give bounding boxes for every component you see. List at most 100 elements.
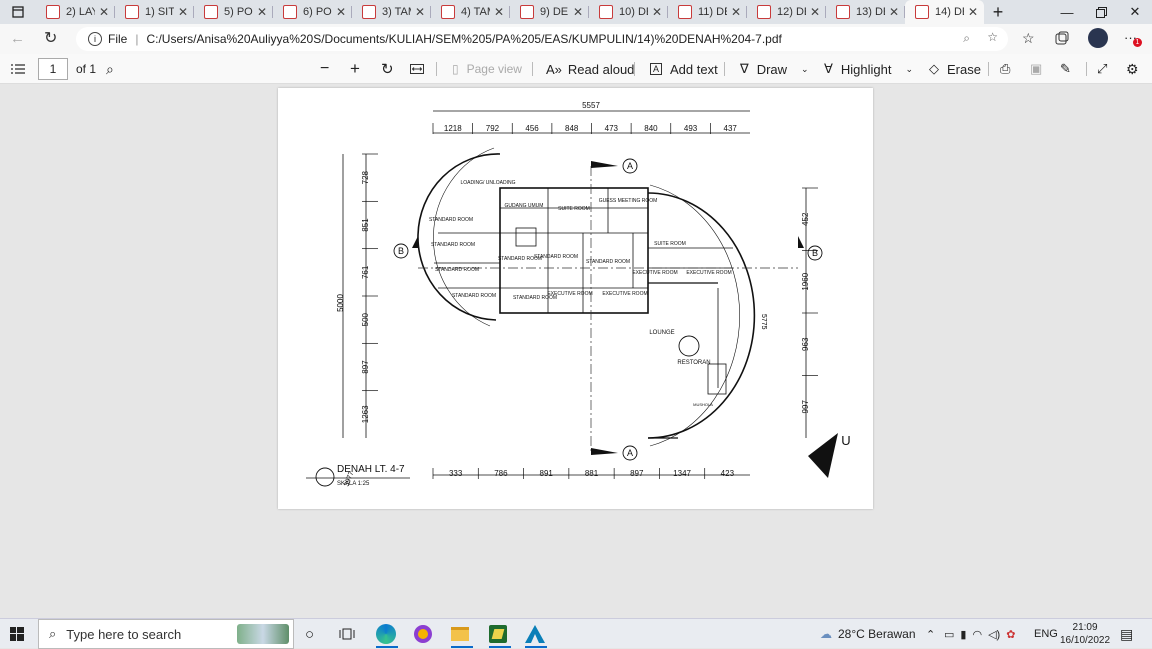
zoom-out-button[interactable]: − [320, 54, 329, 84]
tab-title: 11) DE [698, 6, 727, 18]
room-executive-2: EXECUTIVE ROOM [602, 291, 647, 297]
language-indicator[interactable]: ENG [1034, 619, 1058, 649]
highlight-chevron-down-icon[interactable]: ⌄ [906, 64, 914, 75]
browser-tab[interactable]: 2) LAYO ✕ [36, 0, 115, 24]
new-tab-button[interactable]: + [984, 0, 1012, 24]
chrome-app-icon[interactable] [414, 619, 432, 649]
back-icon[interactable]: ← [10, 30, 25, 47]
dimension-label: 423 [721, 469, 735, 478]
browser-tab[interactable]: 11) DE ✕ [668, 0, 747, 24]
highlight-button[interactable]: ∀ Highlight ⌄ [824, 54, 913, 84]
address-bar-row: ← ↻ i File | C:/Users/Anisa%20Auliyya%20… [0, 24, 1152, 54]
dimension-label: 761 [361, 265, 370, 279]
browser-tab[interactable]: 1) SITEF ✕ [115, 0, 194, 24]
browser-tab[interactable]: 3) TAM ✕ [352, 0, 431, 24]
zoom-in-button[interactable]: + [350, 54, 360, 84]
page-number-input[interactable]: 1 [38, 58, 68, 80]
favorites-icon[interactable]: ☆ [1022, 30, 1035, 47]
close-tab-icon[interactable]: ✕ [494, 5, 504, 19]
print-icon[interactable]: ⎙ [1000, 54, 1010, 84]
rotate-icon[interactable]: ↻ [381, 54, 394, 84]
url-text[interactable]: C:/Users/Anisa%20Auliyya%20S/Documents/K… [146, 32, 781, 46]
notifications-icon[interactable]: ▤ [1120, 619, 1133, 649]
weather-widget[interactable]: ☁ 28°C Berawan [820, 619, 916, 649]
fit-page-icon[interactable] [410, 54, 424, 84]
browser-tab[interactable]: 4) TAM ✕ [431, 0, 510, 24]
wifi-icon[interactable]: ◠ [972, 628, 982, 641]
fullscreen-icon[interactable]: ⤢ [1097, 54, 1107, 84]
security-icon[interactable]: ✿ [1006, 628, 1015, 641]
save-icon[interactable]: ▣ [1030, 54, 1042, 84]
close-tab-icon[interactable]: ✕ [99, 5, 109, 19]
close-tab-icon[interactable]: ✕ [889, 5, 899, 19]
close-window-button[interactable]: ✕ [1118, 0, 1152, 24]
tab-title: 2) LAYO [66, 6, 95, 18]
app-icon-green[interactable] [489, 619, 507, 649]
close-tab-icon[interactable]: ✕ [336, 5, 346, 19]
clock[interactable]: 21:09 16/10/2022 [1060, 619, 1110, 649]
draw-button[interactable]: ∇ Draw ⌄ [740, 54, 809, 84]
close-tab-icon[interactable]: ✕ [257, 5, 267, 19]
draw-chevron-down-icon[interactable]: ⌄ [801, 64, 809, 75]
volume-icon[interactable]: ◁) [988, 628, 1000, 641]
taskbar-search-input[interactable]: ⌕ Type here to search [38, 619, 294, 649]
collections-icon[interactable] [1055, 31, 1069, 48]
dimension-label: 963 [801, 337, 810, 351]
close-tab-icon[interactable]: ✕ [415, 5, 425, 19]
browser-tab[interactable]: 12) DE ✕ [747, 0, 826, 24]
dimension-label: 891 [540, 469, 554, 478]
clock-date: 16/10/2022 [1060, 635, 1111, 646]
refresh-icon[interactable]: ↻ [44, 28, 57, 48]
edge-app-icon[interactable] [376, 619, 396, 649]
tray-icons[interactable]: ▭ ▮ ◠ ◁) ✿ [944, 619, 1015, 649]
meet-icon[interactable]: ▭ [944, 628, 954, 641]
room-loading: LOADING/ UNLOADING [460, 180, 515, 186]
dimension-label: 1960 [801, 272, 810, 290]
address-field[interactable]: i File | C:/Users/Anisa%20Auliyya%20S/Do… [76, 27, 1008, 51]
room-suite-1: SUITE ROOM [558, 206, 590, 212]
profile-avatar[interactable] [1088, 28, 1108, 48]
favorite-add-icon[interactable]: ☆ [987, 30, 998, 44]
dimension-label: 792 [486, 124, 500, 133]
close-tab-icon[interactable]: ✕ [178, 5, 188, 19]
close-tab-icon[interactable]: ✕ [573, 5, 583, 19]
battery-icon[interactable]: ▮ [960, 628, 966, 641]
room-lounge: LOUNGE [649, 330, 674, 336]
close-tab-icon[interactable]: ✕ [652, 5, 662, 19]
add-text-button[interactable]: A Add text [650, 54, 718, 84]
erase-label: Erase [947, 61, 981, 77]
close-tab-icon[interactable]: ✕ [731, 5, 741, 19]
close-tab-icon[interactable]: ✕ [968, 5, 978, 19]
dimension-label: 728 [361, 170, 370, 184]
start-windows-icon[interactable] [10, 619, 24, 649]
autocad-app-icon[interactable] [525, 619, 545, 649]
browser-tab[interactable]: 9) DEN ✕ [510, 0, 589, 24]
browser-tab[interactable]: 10) DE ✕ [589, 0, 668, 24]
maximize-button[interactable] [1084, 0, 1118, 24]
tab-title: 3) TAM [382, 6, 411, 18]
tab-actions-icon[interactable] [0, 0, 36, 24]
task-view-icon[interactable] [339, 619, 355, 649]
cortana-icon[interactable]: ○ [305, 619, 314, 649]
page-view-button[interactable]: ▯ Page view [452, 54, 522, 84]
browser-tab[interactable]: 13) DE ✕ [826, 0, 905, 24]
minimize-button[interactable]: — [1050, 0, 1084, 24]
file-explorer-icon[interactable] [451, 619, 469, 649]
browser-tab[interactable]: 5) POTC ✕ [194, 0, 273, 24]
save-as-icon[interactable]: ✎ [1060, 54, 1071, 84]
browser-tab[interactable]: 14) DE ✕ [905, 0, 984, 24]
browser-tab[interactable]: 6) POTC ✕ [273, 0, 352, 24]
info-icon[interactable]: i [88, 32, 102, 46]
windows-taskbar: ⌕ Type here to search ○ ☁ 28°C Berawan ⌃ … [0, 618, 1152, 649]
room-executive-1: EXECUTIVE ROOM [547, 291, 592, 297]
read-aloud-button[interactable]: A» Read aloud [546, 54, 634, 84]
pdf-viewport[interactable]: A A B B U 5557 1218 792 456 848 473 840 493 437… [0, 84, 1152, 618]
erase-button[interactable]: ◇ Erase [929, 54, 981, 84]
settings-gear-icon[interactable]: ⚙ [1126, 54, 1139, 84]
contents-icon[interactable] [11, 54, 25, 84]
zoom-icon[interactable]: ⌕ [963, 31, 970, 46]
weather-text: 28°C Berawan [838, 627, 916, 641]
close-tab-icon[interactable]: ✕ [810, 5, 820, 19]
show-hidden-icons-chevron-up-icon[interactable]: ⌃ [926, 619, 935, 649]
find-icon[interactable]: ⌕ [106, 54, 114, 84]
